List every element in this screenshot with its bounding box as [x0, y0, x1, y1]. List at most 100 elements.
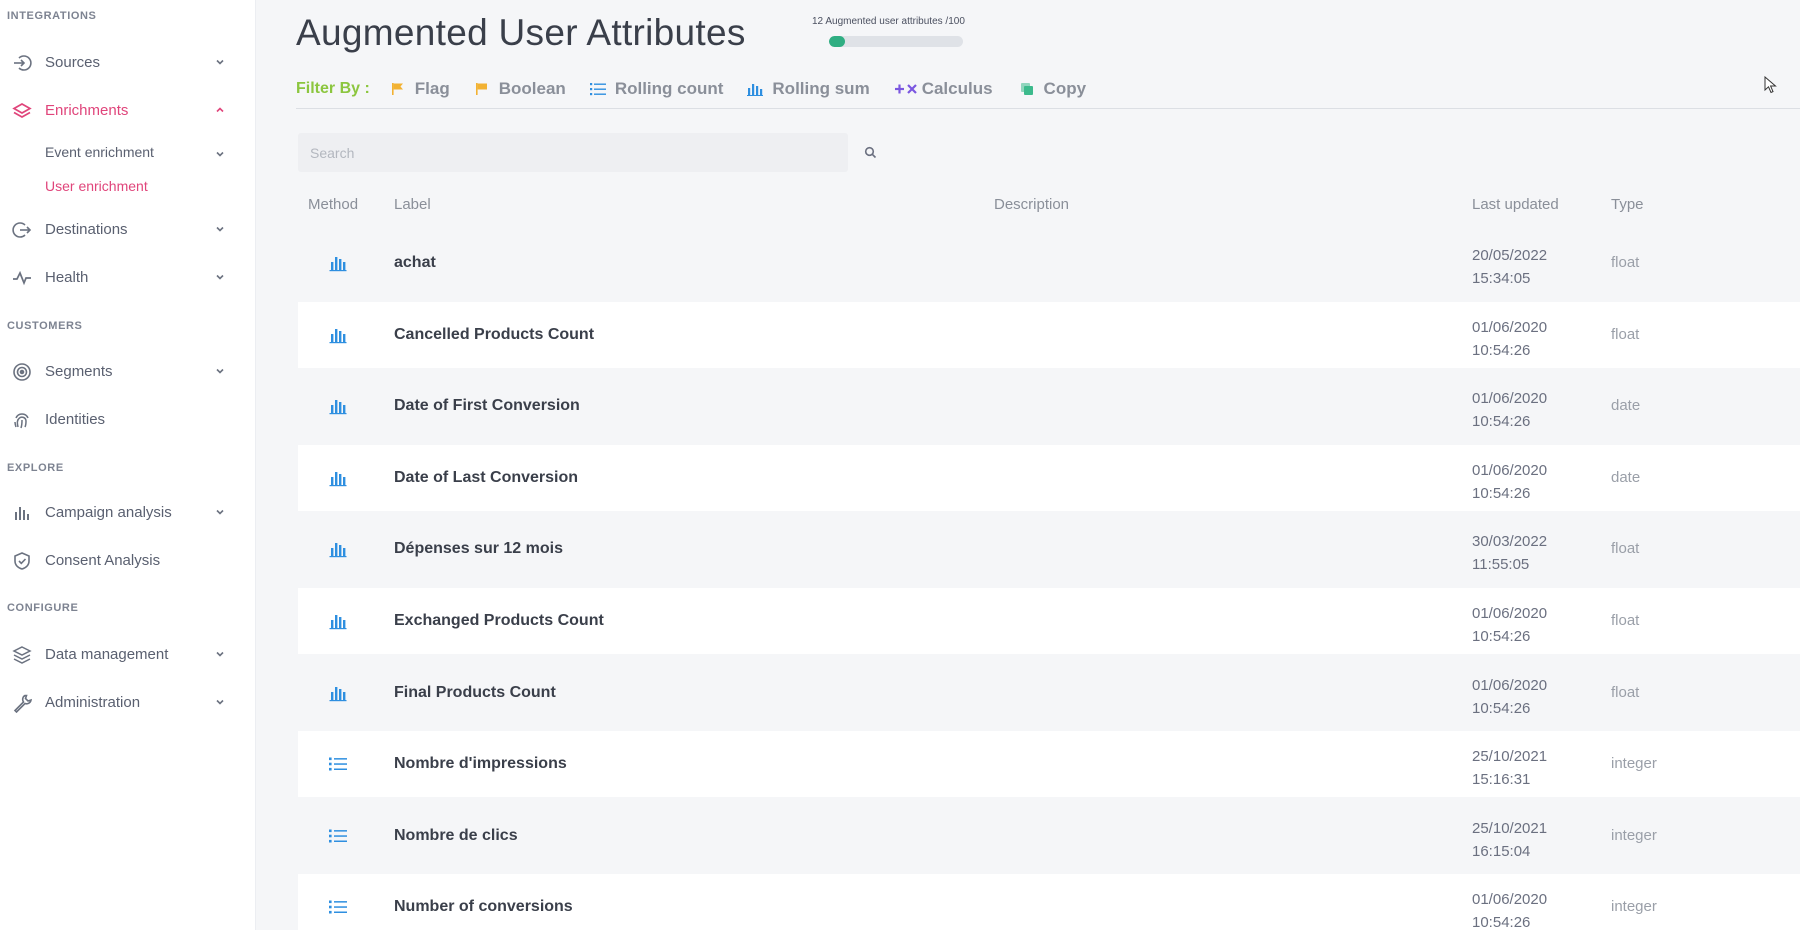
filter-label: Filter By : — [296, 80, 370, 97]
row-label[interactable]: Exchanged Products Count — [394, 612, 604, 630]
row-label[interactable]: Final Products Count — [394, 684, 556, 702]
table-row[interactable]: Exchanged Products Count 01/06/2020 10:54:… — [298, 588, 1800, 654]
sidebar-subitem-event-enrichment[interactable]: Event enrichment — [45, 144, 154, 160]
filter-boolean[interactable]: Boolean — [474, 79, 566, 99]
page-title: Augmented User Attributes — [296, 12, 746, 53]
quota-progress-bar — [829, 36, 963, 47]
sidebar-item-administration[interactable]: Administration — [0, 685, 240, 719]
row-label[interactable]: Cancelled Products Count — [394, 326, 594, 344]
layers-icon — [12, 101, 32, 121]
table-row[interactable]: Nombre d'impressions 25/10/2021 15:16:31 in… — [298, 731, 1800, 797]
sign-out-icon — [12, 220, 32, 240]
column-header-description[interactable]: Description — [994, 196, 1069, 213]
chevron-down-icon — [216, 699, 224, 705]
sidebar-item-identities[interactable]: Identities — [0, 402, 240, 436]
row-label[interactable]: Date of First Conversion — [394, 397, 580, 415]
row-time: 15:34:05 — [1472, 270, 1531, 287]
row-date: 30/03/2022 — [1472, 533, 1548, 550]
sidebar-item-segments[interactable]: Segments — [0, 354, 240, 388]
column-header-last-updated[interactable]: Last updated — [1472, 196, 1559, 213]
column-header-type[interactable]: Type — [1611, 196, 1644, 213]
bar-chart-icon — [328, 397, 348, 415]
sidebar-item-enrichments[interactable]: Enrichments — [0, 93, 240, 127]
row-time: 10:54:26 — [1472, 485, 1531, 502]
quota-text: 12 Augmented user attributes /100 — [812, 16, 965, 27]
row-time: 10:54:26 — [1472, 700, 1531, 717]
chevron-down-icon — [216, 151, 224, 157]
section-title-explore: EXPLORE — [7, 462, 64, 474]
bar-chart-icon — [328, 684, 348, 702]
filter-rolling-count-label: Rolling count — [614, 79, 724, 98]
filter-bar: Filter By : Flag Boolean Rolling count R… — [296, 78, 1110, 100]
sidebar-item-health[interactable]: Health — [0, 260, 240, 294]
table-row[interactable]: Date of Last Conversion 01/06/2020 10:54:2… — [298, 445, 1800, 511]
sidebar-item-campaign-analysis[interactable]: Campaign analysis — [0, 495, 240, 529]
row-type: float — [1611, 326, 1640, 343]
table-row[interactable]: Nombre de clics 25/10/2021 16:15:04 integer — [298, 803, 1800, 869]
table-row[interactable]: achat 20/05/2022 15:34:05 float — [298, 230, 1800, 296]
row-type: integer — [1611, 898, 1657, 915]
sidebar-item-data-management[interactable]: Data management — [0, 637, 240, 671]
filter-rolling-count[interactable]: Rolling count — [589, 79, 724, 99]
quota-progress-fill — [829, 36, 846, 47]
table-row[interactable]: Date of First Conversion 01/06/2020 10:54:… — [298, 373, 1800, 439]
filter-copy-label: Copy — [1043, 79, 1087, 98]
filter-rolling-sum[interactable]: Rolling sum — [747, 79, 870, 99]
sidebar: INTEGRATIONS Sources Enrichments Event e… — [0, 0, 256, 930]
row-type: float — [1611, 540, 1640, 557]
table-row[interactable]: Dépenses sur 12 mois 30/03/2022 11:55:05 fl… — [298, 516, 1800, 582]
search-box — [298, 133, 877, 172]
row-label[interactable]: Nombre de clics — [394, 827, 518, 845]
row-label[interactable]: Dépenses sur 12 mois — [394, 540, 563, 558]
column-header-method[interactable]: Method — [308, 196, 358, 213]
sidebar-item-label: Campaign analysis — [45, 503, 172, 521]
row-type: float — [1611, 684, 1640, 701]
stack-icon — [12, 645, 32, 665]
sidebar-item-sources[interactable]: Sources — [0, 45, 240, 79]
filter-copy[interactable]: Copy — [1019, 79, 1087, 99]
row-label[interactable]: Nombre d'impressions — [394, 755, 567, 773]
chevron-down-icon — [216, 368, 224, 374]
row-date: 01/06/2020 — [1472, 891, 1548, 908]
main-content: Augmented User Attributes 12 Augmented u… — [256, 0, 1800, 930]
fingerprint-icon — [12, 410, 32, 430]
row-last-updated: 01/06/2020 10:54:26 — [1472, 316, 1572, 362]
row-date: 01/06/2020 — [1472, 462, 1548, 479]
row-type: float — [1611, 254, 1640, 271]
filter-calculus[interactable]: Calculus — [894, 79, 993, 99]
row-label[interactable]: achat — [394, 254, 436, 272]
bar-chart-icon — [328, 326, 348, 344]
column-header-label[interactable]: Label — [394, 196, 431, 213]
flag-icon — [390, 81, 406, 97]
sidebar-subitem-user-enrichment[interactable]: User enrichment — [45, 178, 148, 194]
chevron-down-icon — [216, 651, 224, 657]
search-input[interactable] — [298, 133, 808, 172]
list-icon — [328, 827, 348, 845]
row-last-updated: 01/06/2020 10:54:26 — [1472, 674, 1572, 720]
sidebar-item-label: Sources — [45, 53, 101, 71]
row-last-updated: 25/10/2021 15:16:31 — [1472, 745, 1572, 791]
chevron-down-icon — [216, 59, 224, 65]
search-icon[interactable] — [864, 146, 877, 159]
table-row[interactable]: Number of conversions 01/06/2020 10:54:26 i… — [298, 874, 1800, 930]
row-last-updated: 01/06/2020 10:54:26 — [1472, 459, 1572, 505]
row-time: 10:54:26 — [1472, 342, 1531, 359]
row-label[interactable]: Number of conversions — [394, 898, 573, 916]
filter-flag[interactable]: Flag — [390, 79, 450, 99]
sidebar-item-label: Identities — [45, 410, 106, 428]
table-row[interactable]: Cancelled Products Count 01/06/2020 10:54:… — [298, 302, 1800, 368]
row-time: 16:15:04 — [1472, 843, 1531, 860]
filter-calculus-label: Calculus — [921, 79, 993, 98]
bar-chart-icon — [12, 503, 32, 523]
sidebar-item-destinations[interactable]: Destinations — [0, 212, 240, 246]
table-row[interactable]: Final Products Count 01/06/2020 10:54:26 fl… — [298, 660, 1800, 726]
row-last-updated: 01/06/2020 10:54:26 — [1472, 387, 1572, 433]
row-date: 01/06/2020 — [1472, 605, 1548, 622]
filter-divider — [296, 108, 1800, 109]
flag-icon — [474, 81, 490, 97]
sidebar-item-consent-analysis[interactable]: Consent Analysis — [0, 543, 240, 577]
row-type: integer — [1611, 755, 1657, 772]
row-type: integer — [1611, 827, 1657, 844]
row-label[interactable]: Date of Last Conversion — [394, 469, 578, 487]
chevron-down-icon — [216, 226, 224, 232]
